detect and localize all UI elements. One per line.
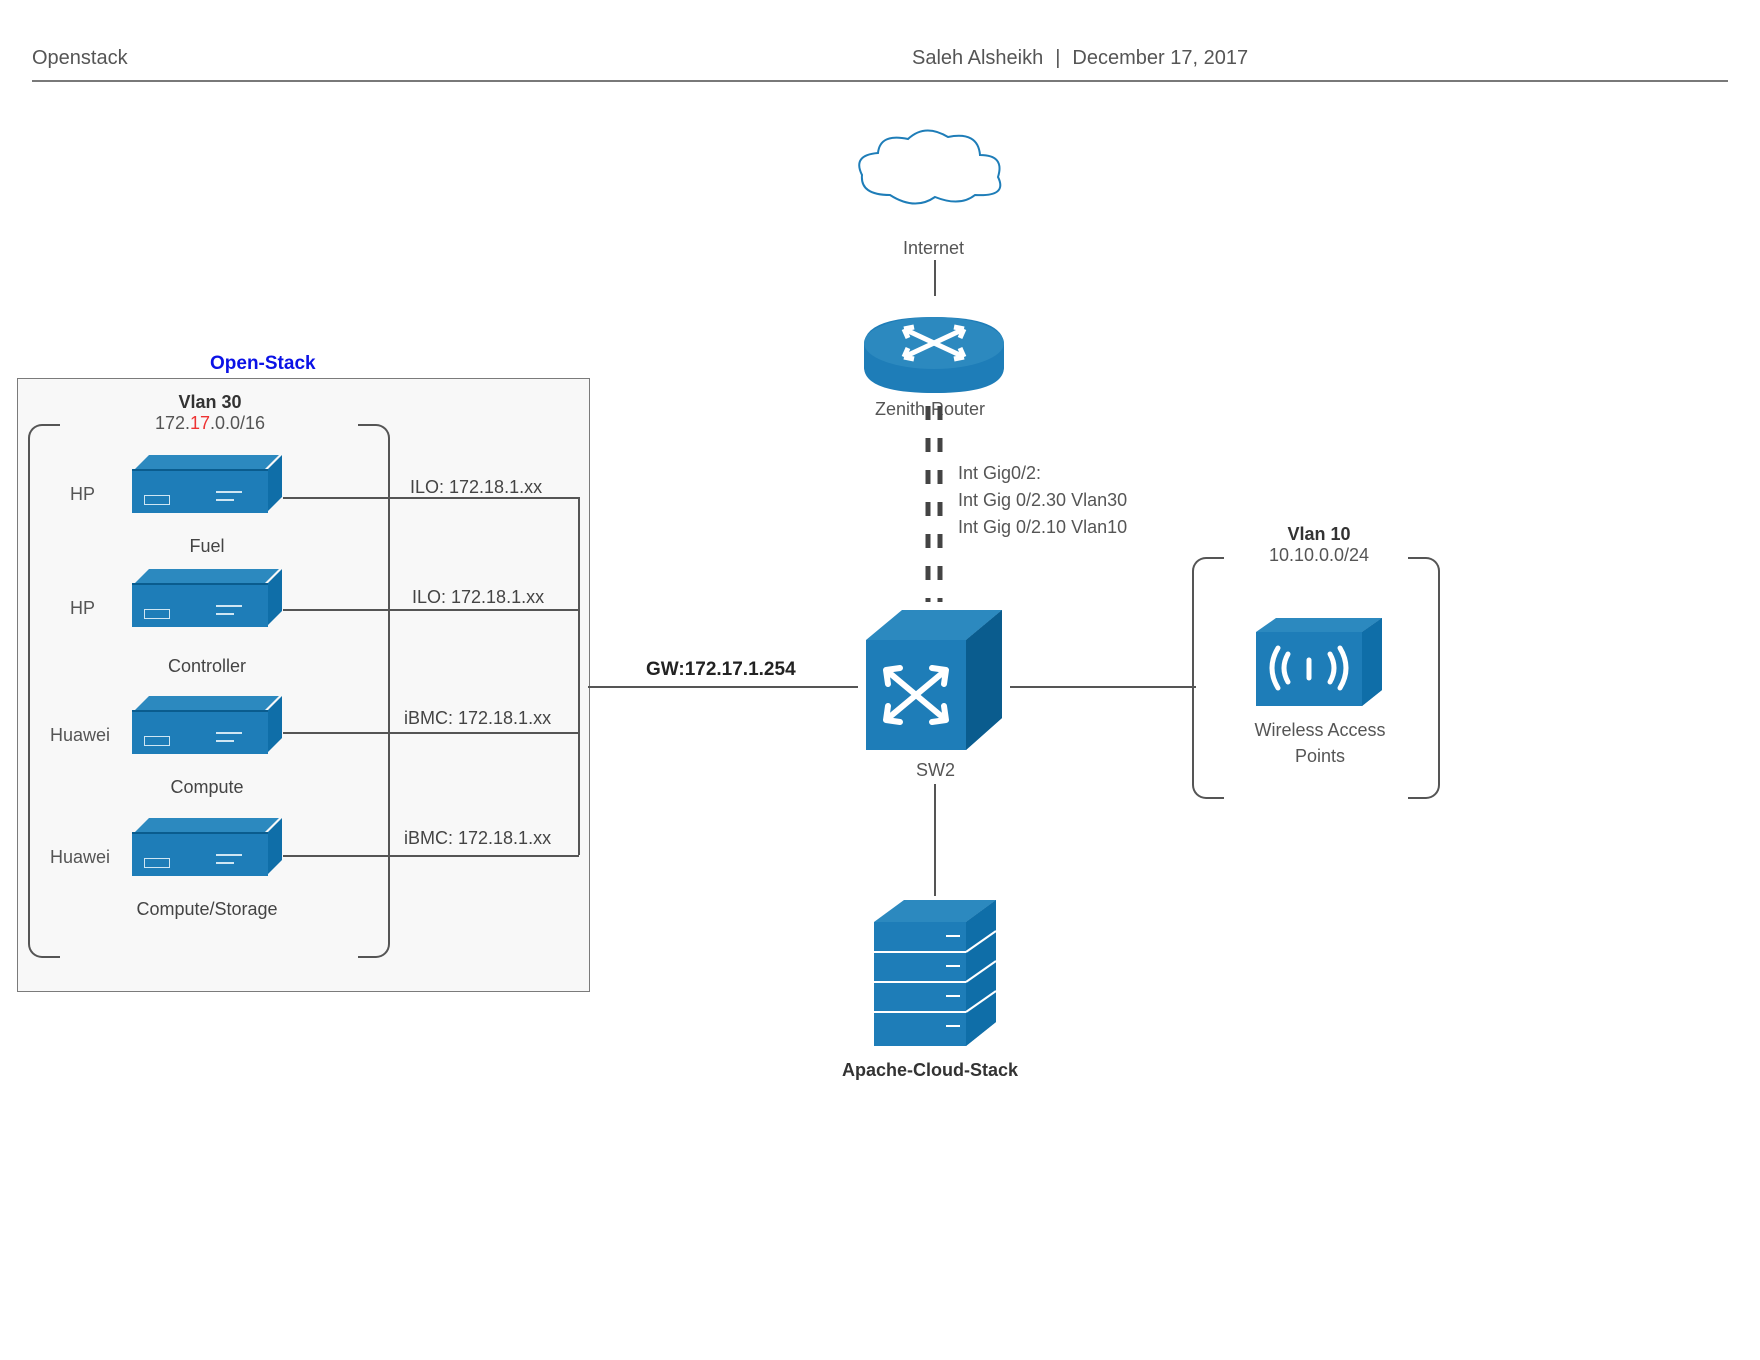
- doc-meta: Saleh Alsheikh | December 17, 2017: [912, 47, 1248, 70]
- server-mgmt: ILO: 172.18.1.xx: [412, 587, 544, 608]
- vlan10-subnet: 10.10.0.0/24: [1254, 545, 1384, 566]
- switch-icon: [856, 600, 1012, 760]
- server-name: Controller: [132, 656, 282, 677]
- connector-line: [283, 609, 403, 611]
- vlan30-subnet-post: .0.0/16: [210, 413, 265, 433]
- openstack-group-title: Open-Stack: [210, 353, 316, 375]
- server-icon: [132, 455, 282, 511]
- wireless-ap-icon: [1250, 612, 1388, 712]
- server-icon: [132, 569, 282, 625]
- right-bracket-icon: [358, 424, 390, 958]
- vlan10-title: Vlan 10: [1254, 524, 1384, 545]
- doc-date: December 17, 2017: [1072, 47, 1248, 70]
- server-stack-icon: [868, 894, 1008, 1054]
- server-icon: [132, 696, 282, 752]
- vlan10-header: Vlan 10 10.10.0.0/24: [1254, 524, 1384, 566]
- connector-line: [934, 784, 936, 896]
- server-mgmt: ILO: 172.18.1.xx: [410, 477, 542, 498]
- server-mgmt: iBMC: 172.18.1.xx: [404, 708, 551, 729]
- server-name: Fuel: [132, 536, 282, 557]
- trunk-link-icon: [922, 406, 946, 602]
- wap-line1: Wireless Access: [1250, 717, 1390, 743]
- apache-label: Apache-Cloud-Stack: [842, 1060, 1018, 1081]
- sw2-label: SW2: [916, 760, 955, 781]
- doc-title: Openstack: [32, 47, 128, 70]
- connector-line: [578, 497, 580, 855]
- left-bracket-icon: [28, 424, 60, 958]
- wap-line2: Points: [1250, 743, 1390, 769]
- left-bracket-icon: [1192, 557, 1224, 799]
- vlan30-subnet-pre: 172.: [155, 413, 190, 433]
- server-vendor: Huawei: [50, 847, 110, 868]
- server-icon: [132, 818, 282, 874]
- server-name: Compute/Storage: [112, 899, 302, 920]
- doc-author: Saleh Alsheikh: [912, 47, 1043, 70]
- page-header: Openstack Saleh Alsheikh | December 17, …: [32, 38, 1728, 78]
- connector-line: [400, 732, 578, 734]
- internet-label: Internet: [903, 238, 964, 259]
- intgig-line2: Int Gig 0/2.30 Vlan30: [958, 487, 1127, 514]
- server-vendor: Huawei: [50, 725, 110, 746]
- openstack-box: [17, 378, 590, 992]
- server-vendor: HP: [70, 598, 95, 619]
- gateway-label: GW:172.17.1.254: [646, 659, 796, 681]
- intgig-line3: Int Gig 0/2.10 Vlan10: [958, 514, 1127, 541]
- connector-line: [588, 686, 858, 688]
- interface-labels: Int Gig0/2: Int Gig 0/2.30 Vlan30 Int Gi…: [958, 460, 1127, 541]
- vlan30-subnet: 172.17.0.0/16: [120, 413, 300, 434]
- connector-line: [934, 260, 936, 296]
- intgig-line1: Int Gig0/2:: [958, 460, 1127, 487]
- connector-line: [403, 497, 578, 499]
- connector-line: [1010, 686, 1196, 688]
- header-rule: [32, 80, 1728, 82]
- cloud-icon: [850, 125, 1010, 225]
- meta-sep: |: [1055, 47, 1060, 70]
- vlan30-header: Vlan 30 172.17.0.0/16: [120, 392, 300, 434]
- vlan30-subnet-mid: 17: [190, 413, 210, 433]
- vlan30-title: Vlan 30: [120, 392, 300, 413]
- server-mgmt: iBMC: 172.18.1.xx: [404, 828, 551, 849]
- right-bracket-icon: [1408, 557, 1440, 799]
- connector-line: [403, 609, 578, 611]
- server-vendor: HP: [70, 484, 95, 505]
- wap-label: Wireless Access Points: [1250, 717, 1390, 769]
- router-icon: [858, 293, 1010, 408]
- server-name: Compute: [132, 777, 282, 798]
- connector-line: [283, 855, 579, 857]
- connector-line: [283, 497, 403, 499]
- connector-line: [283, 732, 400, 734]
